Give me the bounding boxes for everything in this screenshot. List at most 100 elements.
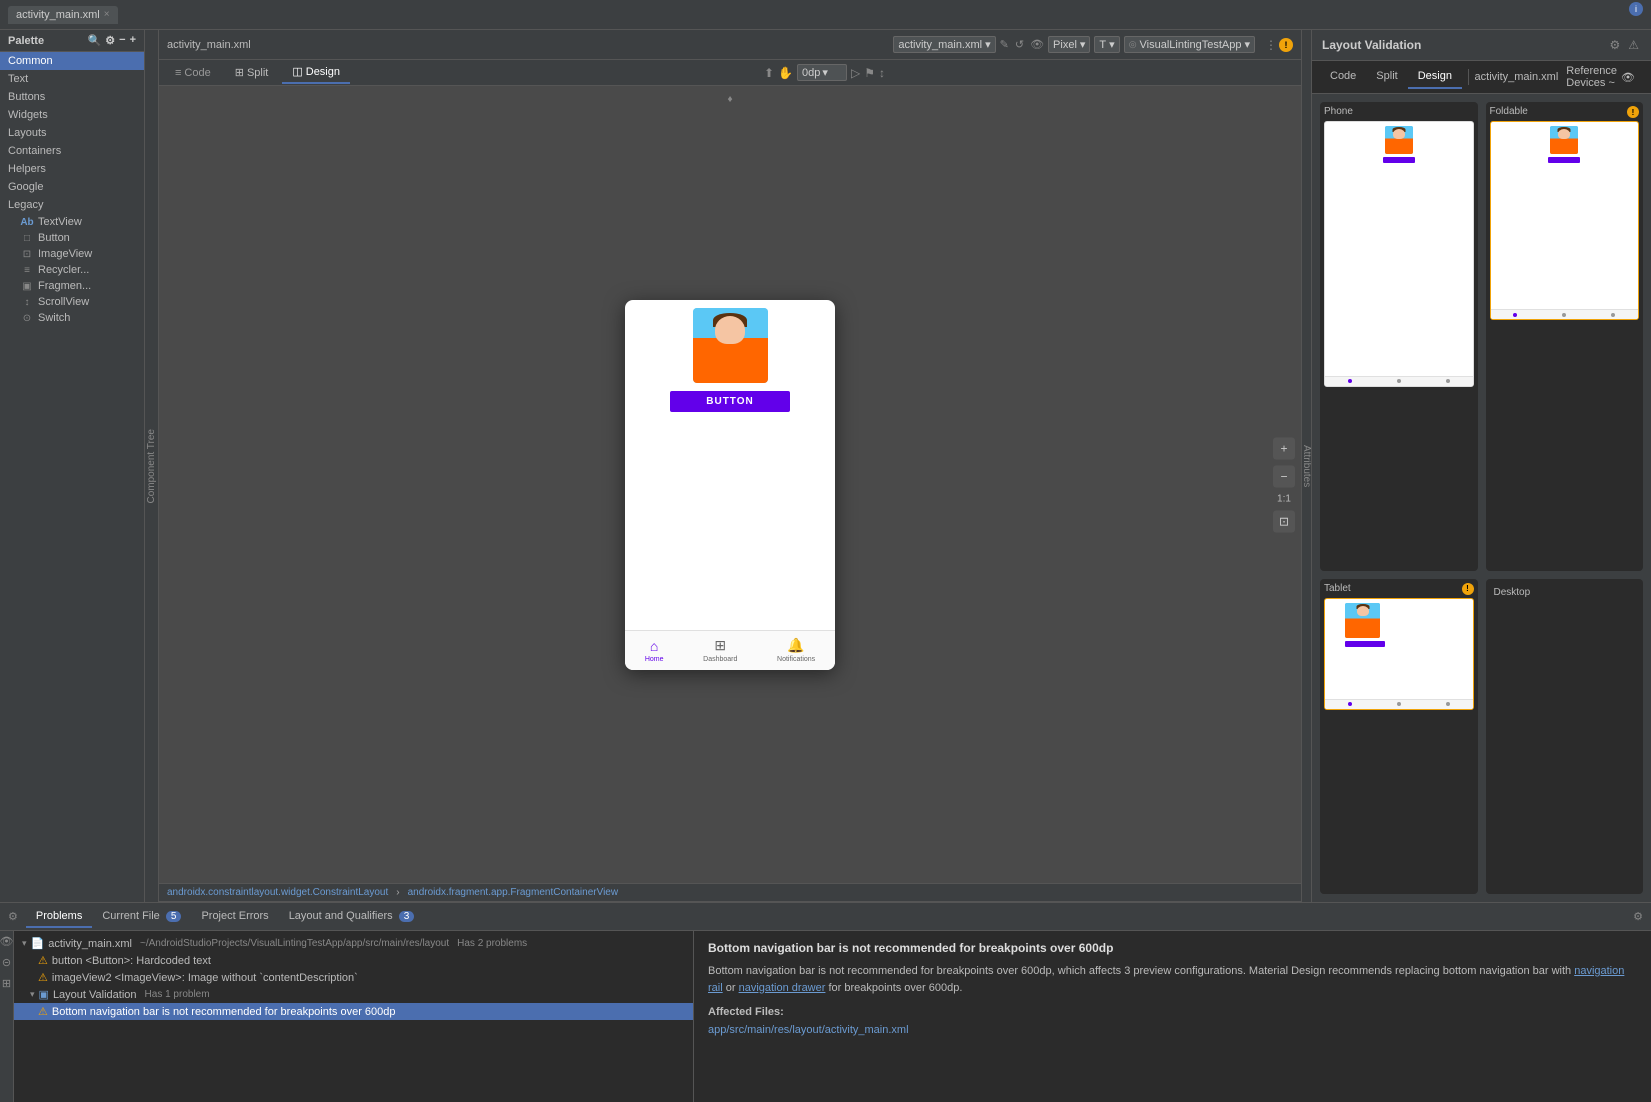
prob-item-button-text[interactable]: ⚠ button <Button>: Hardcoded text bbox=[14, 952, 693, 969]
rpanel-tab-code[interactable]: Code bbox=[1320, 65, 1366, 89]
prob-item-imageview-desc[interactable]: ⚠ imageView2 <ImageView>: Image without … bbox=[14, 969, 693, 986]
more-icon[interactable]: ⋮ bbox=[1265, 38, 1277, 52]
zoom-out-button[interactable]: − bbox=[1273, 465, 1295, 487]
cursor-tool-icon[interactable]: ⬆ bbox=[764, 66, 774, 80]
phone-preview-label: Phone bbox=[1324, 106, 1474, 117]
device-dropdown[interactable]: Pixel ▾ bbox=[1048, 36, 1090, 53]
palette-title: Palette bbox=[8, 35, 44, 47]
mini-avatar-inner-foldable bbox=[1550, 126, 1578, 154]
mini-nav-dot-3 bbox=[1446, 379, 1450, 383]
prob-settings-right-icon[interactable]: ⚙ bbox=[1633, 910, 1643, 923]
affected-file-link[interactable]: app/src/main/res/layout/activity_main.xm… bbox=[708, 1024, 909, 1036]
mini-tablet-content bbox=[1325, 599, 1473, 653]
reference-devices-button[interactable]: Reference Devices ~ 👁 bbox=[1558, 61, 1643, 93]
issues-icon[interactable]: ⚑ bbox=[864, 66, 875, 80]
animation-icon[interactable]: ▷ bbox=[851, 66, 860, 80]
preview-card-phone: Phone bbox=[1320, 102, 1478, 571]
rpanel-tab-design[interactable]: Design bbox=[1408, 65, 1462, 89]
close-tab-icon[interactable]: × bbox=[104, 9, 110, 20]
palette-item-button[interactable]: □ Button bbox=[0, 230, 144, 246]
palette-category-layouts[interactable]: Layouts bbox=[0, 124, 144, 142]
mini-avatar-inner-tablet bbox=[1345, 603, 1380, 638]
main-content: Palette 🔍 ⚙ − + Common Text Buttons Widg… bbox=[0, 30, 1651, 902]
prob-tab-current-file[interactable]: Current File 5 bbox=[92, 906, 191, 928]
switch-icon: ⊙ bbox=[20, 313, 34, 324]
rpanel-warning-icon[interactable]: ⚠ bbox=[1626, 36, 1641, 54]
palette-category-containers[interactable]: Containers bbox=[0, 142, 144, 160]
palette-category-text[interactable]: Text bbox=[0, 70, 144, 88]
warn-icon-2: ⚠ bbox=[38, 971, 48, 984]
tab-design[interactable]: ◫ Design bbox=[282, 61, 350, 84]
mini-nav-dot-t1 bbox=[1348, 702, 1352, 706]
palette-settings-icon[interactable]: ⚙ bbox=[105, 34, 115, 47]
palette-category-common[interactable]: Common bbox=[0, 52, 144, 70]
avatar-body bbox=[693, 308, 768, 383]
bottom-nav: ⌂ Home ⊞ Dashboard 🔔 Notifications bbox=[625, 630, 835, 670]
detail-link2[interactable]: navigation drawer bbox=[739, 982, 826, 994]
zoom-input[interactable]: 0dp ▾ bbox=[797, 64, 847, 81]
file-row-activity-main[interactable]: ▾ 📄 activity_main.xml ~/AndroidStudioPro… bbox=[14, 935, 693, 952]
section-row-layout-validation[interactable]: ▾ ▣ Layout Validation Has 1 problem bbox=[14, 986, 693, 1003]
section-suffix: Has 1 problem bbox=[145, 989, 210, 1000]
file-tab[interactable]: activity_main.xml × bbox=[8, 6, 118, 24]
palette-category-legacy[interactable]: Legacy bbox=[0, 196, 144, 214]
mini-nav-dot-f2 bbox=[1562, 313, 1566, 317]
rpanel-settings: ⚙ ⚠ bbox=[1607, 36, 1641, 54]
avatar-head bbox=[715, 316, 745, 344]
app-label: VisualLintingTestApp bbox=[1140, 39, 1242, 51]
design-canvas[interactable]: ♦ BUTTON bbox=[159, 86, 1301, 883]
eye-icon[interactable]: 👁 bbox=[1028, 38, 1046, 51]
prob-tab-project-errors[interactable]: Project Errors bbox=[191, 906, 278, 928]
palette-category-buttons[interactable]: Buttons bbox=[0, 88, 144, 106]
file-dropdown[interactable]: activity_main.xml ▾ bbox=[893, 36, 995, 53]
edit-icon[interactable]: ✎ bbox=[998, 38, 1011, 51]
prob-settings-icon[interactable]: ⚙ bbox=[8, 910, 18, 923]
palette-item-switch[interactable]: ⊙ Switch bbox=[0, 310, 144, 326]
mini-nav-dot-t3 bbox=[1446, 702, 1450, 706]
palette-item-scrollview[interactable]: ↕ ScrollView bbox=[0, 294, 144, 310]
prob-eye-icon[interactable]: 👁 bbox=[0, 935, 13, 948]
palette-category-widgets[interactable]: Widgets bbox=[0, 106, 144, 124]
nav-notifications[interactable]: 🔔 Notifications bbox=[777, 637, 815, 663]
prob-expand-icon[interactable]: ⊞ bbox=[2, 977, 11, 990]
tab-code[interactable]: ≡ Code bbox=[165, 63, 221, 83]
palette-item-fragmentcontainer[interactable]: ▣ Fragmen... bbox=[0, 278, 144, 294]
palette-plus-icon[interactable]: + bbox=[130, 34, 136, 47]
layout-validation-title: Layout Validation bbox=[1322, 38, 1421, 52]
mini-head-foldable bbox=[1558, 129, 1570, 139]
palette-item-recyclerview[interactable]: ≡ Recycler... bbox=[0, 262, 144, 278]
detail-body-text: Bottom navigation bar is not recommended… bbox=[708, 965, 1571, 977]
api-dropdown[interactable]: T ▾ bbox=[1094, 36, 1119, 53]
hand-tool-icon[interactable]: ✋ bbox=[778, 66, 793, 80]
mini-btn-foldable bbox=[1548, 157, 1580, 163]
prob-tab-problems[interactable]: Problems bbox=[26, 906, 92, 928]
palette-sidebar: Palette 🔍 ⚙ − + Common Text Buttons Widg… bbox=[0, 30, 145, 902]
problems-tabs: ⚙ Problems Current File 5 Project Errors… bbox=[0, 903, 1651, 931]
nav-dashboard[interactable]: ⊞ Dashboard bbox=[703, 637, 737, 663]
zoom-in-button[interactable]: + bbox=[1273, 437, 1295, 459]
rpanel-tab-split[interactable]: Split bbox=[1366, 65, 1407, 89]
palette-item-imageview[interactable]: ⊡ ImageView bbox=[0, 246, 144, 262]
app-dropdown[interactable]: ◎ VisualLintingTestApp ▾ bbox=[1124, 36, 1255, 53]
palette-search-icon[interactable]: 🔍 bbox=[88, 34, 102, 47]
prob-label-bottom-nav: Bottom navigation bar is not recommended… bbox=[52, 1006, 396, 1018]
rpanel-settings-icon[interactable]: ⚙ bbox=[1607, 36, 1622, 54]
palette-category-google[interactable]: Google bbox=[0, 178, 144, 196]
refresh-icon[interactable]: ↺ bbox=[1013, 38, 1026, 51]
prob-filter-icon[interactable]: ⊝ bbox=[2, 956, 11, 969]
nav-home[interactable]: ⌂ Home bbox=[645, 638, 664, 663]
palette-header: Palette 🔍 ⚙ − + bbox=[0, 30, 144, 52]
prob-tab-layout-qualifiers[interactable]: Layout and Qualifiers 3 bbox=[279, 906, 425, 928]
palette-minus-icon[interactable]: − bbox=[119, 34, 125, 47]
avatar-image bbox=[693, 308, 768, 383]
palette-item-textview[interactable]: Ab TextView bbox=[0, 214, 144, 230]
fit-screen-button[interactable]: ⊡ bbox=[1273, 510, 1295, 532]
palette-category-helpers[interactable]: Helpers bbox=[0, 160, 144, 178]
prob-item-bottom-nav[interactable]: ⚠ Bottom navigation bar is not recommend… bbox=[14, 1003, 693, 1020]
layout-arrow-icon[interactable]: ↕ bbox=[879, 66, 885, 80]
tab-split[interactable]: ⊞ Split bbox=[225, 62, 279, 83]
breadcrumb-fragment-container[interactable]: androidx.fragment.app.FragmentContainerV… bbox=[408, 887, 619, 898]
home-icon: ⌂ bbox=[650, 638, 658, 654]
phone-button[interactable]: BUTTON bbox=[670, 391, 790, 412]
breadcrumb-constraint-layout[interactable]: androidx.constraintlayout.widget.Constra… bbox=[167, 887, 388, 898]
